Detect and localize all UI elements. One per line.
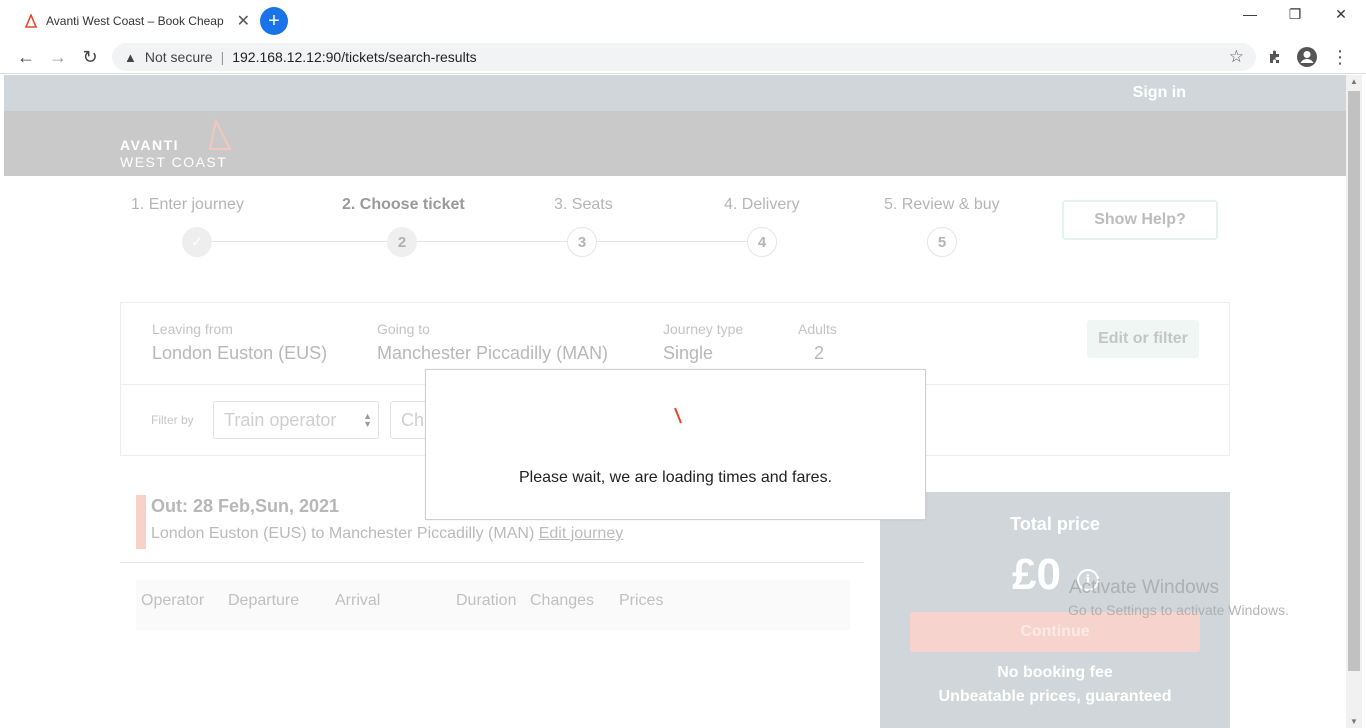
progress-line [197,241,763,242]
adults-label: Adults [798,321,837,337]
browser-toolbar: ← → ↻ ▲ Not secure | 192.168.12.12:90/ti… [0,40,1366,74]
outbound-accent-bar [136,495,146,549]
leaving-from-field: Leaving from London Euston (EUS) [152,321,327,364]
reload-button[interactable]: ↻ [78,45,102,69]
column-changes: Changes [530,592,595,609]
journey-type-label: Journey type [663,321,744,337]
step-3-circle: 3 [567,227,597,257]
going-to-field: Going to Manchester Piccadilly (MAN) [377,321,608,364]
extensions-icon[interactable] [1263,45,1287,69]
warning-icon: ▲ [124,49,137,65]
going-to-label: Going to [377,321,430,337]
train-operator-select[interactable]: Train operator ▲ ▼ [213,401,379,439]
scroll-up-icon[interactable]: ▲ [1350,77,1358,86]
edit-journey-link[interactable]: Edit journey [539,525,624,542]
no-booking-fee-text: No booking fee [997,664,1113,681]
scroll-down-icon[interactable]: ▼ [1350,717,1358,726]
address-bar[interactable]: ▲ Not secure | 192.168.12.12:90/tickets/… [112,43,1256,71]
step-5-circle: 5 [927,227,957,257]
minimize-button[interactable]: — [1227,0,1273,28]
outbound-route: London Euston (EUS) to Manchester Piccad… [151,525,623,543]
column-departure: Departure [228,592,300,609]
outbound-title: Out: 28 Feb,Sun, 2021 [151,496,340,516]
bookmark-star-icon[interactable]: ☆ [1229,47,1244,67]
train-operator-select-value: Train operator [224,409,337,430]
browser-tab-bar: Avanti West Coast – Book Cheap ✕ + — ❐ ✕ [0,0,1366,40]
step-3-label: 3. Seats [554,196,613,213]
column-arrival: Arrival [335,592,381,609]
adults-field: Adults 2 [798,321,837,364]
forward-button[interactable]: → [46,45,70,69]
journey-type-field: Journey type Single [663,321,743,364]
restore-button[interactable]: ❐ [1272,0,1318,28]
column-operator: Operator [141,592,205,609]
column-prices: Prices [619,592,664,609]
column-duration: Duration [456,592,517,609]
total-price-amount: £0 [1012,550,1061,599]
close-window-button[interactable]: ✕ [1318,0,1364,28]
loading-spinner-icon [674,407,682,424]
top-utility-bar: Sign in [4,75,1346,111]
back-button[interactable]: ← [14,45,38,69]
avanti-favicon-icon [24,14,38,28]
brand-header: AVANTI WEST COAST [4,111,1346,176]
page-scrollbar[interactable]: ▲ ▼ [1346,75,1362,728]
journey-type-value: Single [663,343,714,363]
logo-line-2: WEST COAST [120,154,228,170]
browser-menu-icon[interactable]: ⋮ [1328,45,1352,69]
leaving-from-value: London Euston (EUS) [152,343,328,363]
outbound-divider [120,562,864,563]
new-tab-button[interactable]: + [260,7,288,35]
logo-line-1: AVANTI [120,137,180,153]
loading-message: Please wait, we are loading times and fa… [518,469,833,486]
total-price-label: Total price [1010,514,1100,534]
continue-button[interactable]: Continue [910,612,1200,652]
security-label: Not secure [144,49,213,65]
tab-title: Avanti West Coast – Book Cheap [46,14,224,28]
show-help-button[interactable]: Show Help? [1062,200,1218,240]
scrollbar-thumb[interactable] [1348,91,1360,671]
url-text: 192.168.12.12:90/tickets/search-results [232,49,477,65]
activate-windows-subtitle: Go to Settings to activate Windows. [1068,602,1289,618]
sign-in-link[interactable]: Sign in [1133,84,1186,102]
filter-by-label: Filter by [151,413,194,427]
leaving-from-label: Leaving from [152,321,233,337]
outbound-route-text: London Euston (EUS) to Manchester Piccad… [151,525,535,542]
going-to-value: Manchester Piccadilly (MAN) [377,343,609,363]
logo-triangle-icon [208,119,232,150]
tab-close-icon[interactable]: ✕ [237,11,254,31]
unbeatable-prices-text: Unbeatable prices, guaranteed [938,688,1172,705]
profile-avatar-icon[interactable] [1295,45,1319,69]
step-1-label: 1. Enter journey [131,196,244,213]
adults-value: 2 [814,343,825,363]
step-4-label: 4. Delivery [724,196,800,213]
select-arrows-icon: ▲ ▼ [363,411,372,429]
step-4-circle: 4 [747,227,777,257]
browser-tab[interactable]: Avanti West Coast – Book Cheap ✕ [14,6,254,36]
edit-or-filter-button[interactable]: Edit or filter [1087,320,1199,358]
address-separator: | [220,49,225,65]
results-table-header: Operator Departure Arrival Duration Chan… [136,580,850,630]
loading-modal: Please wait, we are loading times and fa… [425,369,926,520]
step-1-check-icon: ✓ [182,227,212,257]
activate-windows-title: Activate Windows [1069,577,1219,598]
changes-select-value: Ch [401,409,425,430]
step-2-circle: 2 [387,227,417,257]
step-5-label: 5. Review & buy [884,196,1000,213]
step-2-label: 2. Choose ticket [342,196,465,213]
